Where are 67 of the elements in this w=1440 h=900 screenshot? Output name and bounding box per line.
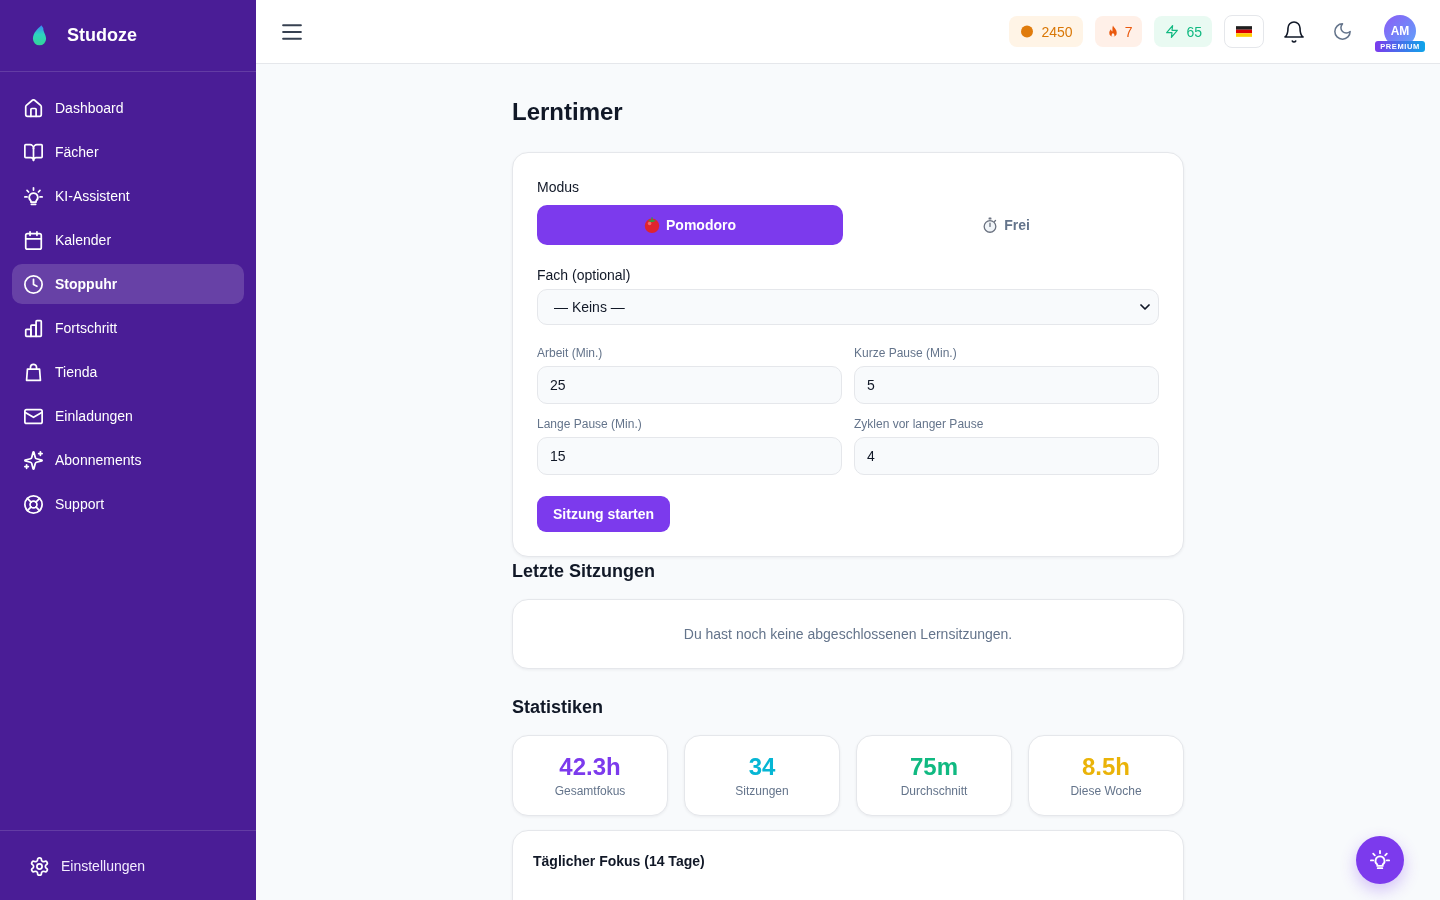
settings-icon [30,856,49,876]
language-button[interactable] [1224,15,1264,48]
logo-icon [32,25,47,46]
field-label: Modus [537,178,581,197]
flag-icon [1236,26,1252,37]
stat-label: Gesamtfokus [553,783,627,799]
calendar-icon [24,230,43,250]
stat-value: 8.5h [1081,752,1131,782]
lightbulb-icon [1370,850,1390,870]
coin-icon [1021,25,1034,38]
counter-value: 7 [1124,23,1133,40]
menu-icon [282,21,302,42]
field-label: Kurze Pause (Min.) [854,345,958,361]
nav-item[interactable]: Support [12,484,244,524]
flame-icon [1106,25,1119,38]
card-title: Täglicher Fokus (14 Tage) [533,852,706,871]
field-label: Arbeit (Min.) [537,345,604,361]
tomato-icon [644,217,660,233]
field-label: Zyklen vor langer Pause [854,416,985,432]
bag-icon [24,362,43,382]
sparkles-icon [24,450,43,470]
field-label: Fach (optional) [537,266,632,285]
mode-toggle[interactable]: Pomodoro [537,205,843,245]
bar-chart-icon [24,318,43,338]
page-title: Lerntimer [512,97,624,127]
input-field[interactable]: 15 [537,437,842,475]
book-icon [24,142,43,162]
stopwatch-icon [982,217,999,233]
brand-name: Studoze [67,25,137,46]
clock-icon [24,274,43,294]
field-label: Lange Pause (Min.) [537,416,643,432]
lightning-icon [1166,25,1179,38]
nav-item[interactable]: KI-Assistent [12,176,244,216]
floating-action-button[interactable] [1356,836,1404,884]
lightbulb-icon [24,186,43,206]
input-field[interactable]: 5 [854,366,1159,404]
mode-toggle[interactable]: Frei [853,205,1159,245]
nav-item[interactable]: Abonnements [12,440,244,480]
counter-value: 65 [1186,23,1202,40]
moon-icon [1333,23,1351,40]
empty-message: Du hast noch keine abgeschlossenen Lernsitzungen. [682,625,1014,644]
nav-item[interactable]: Dashboard [12,88,244,128]
bell-icon [1284,20,1304,43]
nav-item[interactable]: Fächer [12,132,244,172]
start-session-button[interactable]: Sitzung starten [537,496,671,532]
stat-label: Sitzungen [734,783,790,799]
input-field[interactable]: 25 [537,366,842,404]
nav-item[interactable]: Einladungen [12,396,244,436]
settings-link[interactable]: Einstellungen [16,846,240,886]
stat-label: Diese Woche [1069,783,1143,799]
nav-item[interactable]: Kalender [12,220,244,260]
lifebuoy-icon [24,494,43,514]
home-icon [24,98,43,118]
envelope-icon [24,406,43,426]
nav-item[interactable]: Fortschritt [12,308,244,348]
input-field[interactable]: 4 [854,437,1159,475]
counter-value: 2450 [1041,23,1073,40]
section-title: Letzte Sitzungen [512,560,656,583]
stat-value: 75m [908,752,959,782]
stat-value: 42.3h [558,752,622,782]
stat-value: 34 [747,752,777,782]
nav-item[interactable]: Tienda [12,352,244,392]
nav-item[interactable]: Stoppuhr [12,264,244,304]
subject-select[interactable]: — Keins — [537,289,1159,325]
chevron-down-icon [1140,304,1150,310]
section-title: Statistiken [512,696,605,719]
stat-label: Durchschnitt [899,783,969,799]
